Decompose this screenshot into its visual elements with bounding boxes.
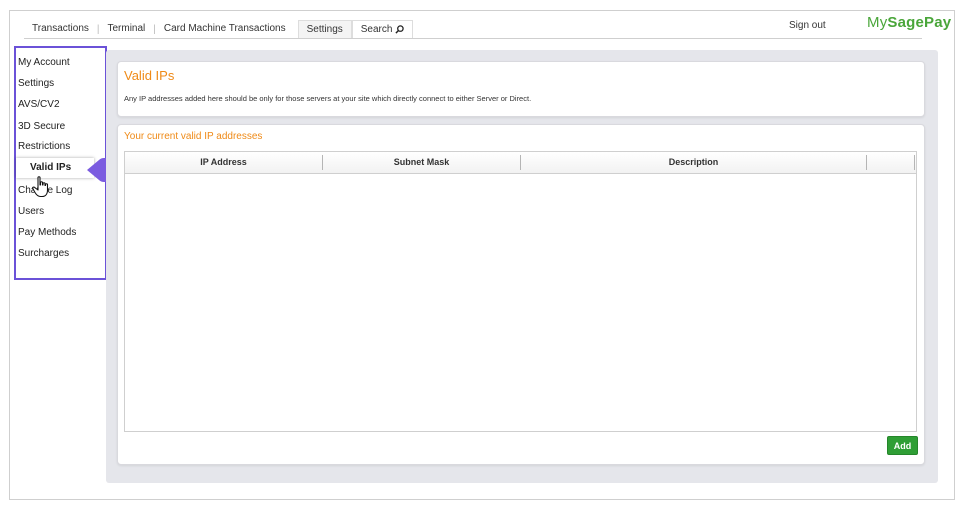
add-ip-button[interactable]: Add (887, 436, 918, 455)
column-divider (914, 155, 915, 170)
tab-search-label: Search (360, 23, 393, 35)
valid-ips-header-card (117, 61, 925, 117)
sidebar-item-settings[interactable]: Settings (18, 78, 54, 89)
brand-logo-part1: My (867, 14, 888, 31)
tab-card-machine-transactions[interactable]: Card Machine Transactions (156, 20, 294, 38)
sidebar-item-my-account[interactable]: My Account (18, 57, 70, 68)
table-header: IP Address Subnet Mask Description (125, 152, 916, 174)
nav-divider (24, 38, 922, 39)
column-header-ip-address[interactable]: IP Address (125, 152, 322, 173)
sidebar-item-surcharges[interactable]: Surcharges (18, 248, 69, 259)
tab-transactions[interactable]: Transactions (24, 20, 97, 38)
top-navigation: Transactions | Terminal | Card Machine T… (24, 19, 414, 39)
search-icon (395, 25, 405, 34)
sidebar-item-users[interactable]: Users (18, 206, 44, 217)
sidebar-item-restrictions[interactable]: Restrictions (18, 141, 70, 152)
sidebar-item-valid-ips[interactable]: Valid IPs (16, 158, 94, 178)
sidebar-item-avs-cv2[interactable]: AVS/CV2 (18, 99, 60, 110)
sign-out-link[interactable]: Sign out (789, 20, 826, 31)
sidebar-item-3d-secure[interactable]: 3D Secure (18, 121, 65, 132)
column-header-subnet-mask[interactable]: Subnet Mask (323, 152, 520, 173)
column-header-description[interactable]: Description (521, 152, 866, 173)
ip-addresses-table: IP Address Subnet Mask Description (124, 151, 917, 432)
column-divider[interactable] (866, 155, 867, 170)
brand-logo: MySagePay (867, 14, 951, 31)
tab-settings[interactable]: Settings (297, 20, 352, 38)
sidebar-item-pay-methods[interactable]: Pay Methods (18, 227, 76, 238)
tab-search[interactable]: Search (351, 19, 414, 39)
brand-logo-part2: SagePay (887, 14, 952, 31)
hand-cursor-icon (32, 176, 49, 198)
page-description: Any IP addresses added here should be on… (124, 94, 532, 103)
page-title: Valid IPs (124, 68, 175, 83)
section-title: Your current valid IP addresses (124, 131, 263, 142)
tab-terminal[interactable]: Terminal (99, 20, 153, 38)
